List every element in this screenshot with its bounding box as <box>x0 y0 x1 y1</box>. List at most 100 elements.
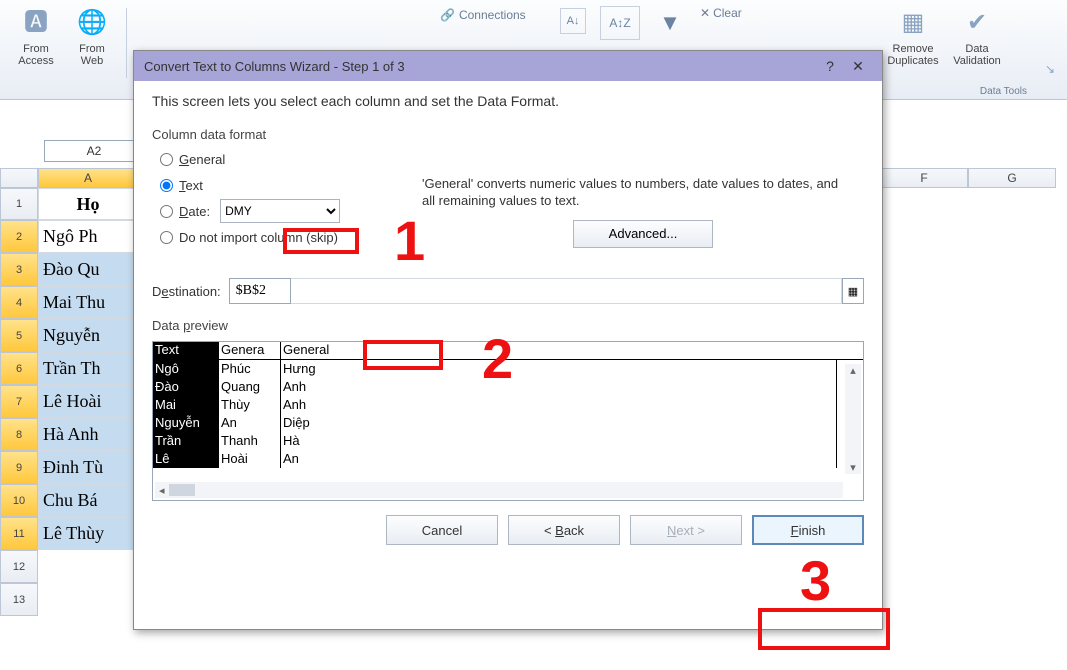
preview-cell: Anh <box>281 378 837 396</box>
from-access-label: From Access <box>18 43 53 67</box>
row-header[interactable]: 10 <box>0 484 38 517</box>
cell[interactable]: Đào Qu <box>38 253 138 286</box>
from-access-button[interactable]: 🅰 From Access <box>8 4 64 82</box>
row-header[interactable]: 1 <box>0 188 38 220</box>
connections-icon: 🔗 <box>440 8 455 22</box>
cell[interactable]: Ngô Ph <box>38 220 138 253</box>
clear-button[interactable]: ✕ Clear <box>700 6 742 20</box>
cell[interactable]: Nguyễn <box>38 319 138 352</box>
preview-label: Data preview <box>152 318 864 333</box>
row-header[interactable]: 8 <box>0 418 38 451</box>
clear-icon: ✕ <box>700 6 710 20</box>
preview-cell: Mai <box>153 396 219 414</box>
select-all-corner[interactable] <box>0 168 38 188</box>
preview-cell: Thùy <box>219 396 281 414</box>
preview-cell: Lê <box>153 450 219 468</box>
preview-cell: Nguyễn <box>153 414 219 432</box>
cell-a1[interactable]: Họ <box>38 188 138 220</box>
data-validation-icon: ✔ <box>960 6 994 40</box>
data-preview: Text Genera General NgôPhúcHưngĐàoQuangA… <box>152 341 864 501</box>
date-format-select[interactable]: DMY <box>220 199 340 223</box>
destination-field-ext[interactable] <box>291 278 842 304</box>
from-web-button[interactable]: 🌐 From Web <box>64 4 120 82</box>
row-header[interactable]: 3 <box>0 253 38 286</box>
cell[interactable]: Lê Hoài <box>38 385 138 418</box>
cell[interactable]: Chu Bá <box>38 484 138 517</box>
radio-general[interactable]: General <box>152 146 412 172</box>
ribbon-group-label: Data Tools <box>980 86 1027 97</box>
radio-skip[interactable]: Do not import column (skip) <box>152 224 412 250</box>
preview-col-header[interactable]: Genera <box>219 342 281 360</box>
preview-cell: An <box>281 450 837 468</box>
row-header[interactable]: 11 <box>0 517 38 550</box>
col-header-f[interactable]: F <box>880 168 968 188</box>
preview-cell: Hưng <box>281 360 837 378</box>
preview-scroll-h[interactable]: ◂ <box>155 482 843 498</box>
row-header[interactable]: 13 <box>0 583 38 616</box>
radio-date[interactable]: Date: DMY <box>152 198 412 224</box>
dialog-launcher-icon[interactable]: ↘ <box>1045 62 1055 76</box>
row-header[interactable]: 12 <box>0 550 38 583</box>
connections-button[interactable]: 🔗 Connections <box>440 8 526 22</box>
web-icon: 🌐 <box>75 6 109 40</box>
preview-col-header[interactable]: Text <box>153 342 219 360</box>
dialog-intro: This screen lets you select each column … <box>152 93 864 109</box>
row-header[interactable]: 6 <box>0 352 38 385</box>
preview-scroll-v[interactable]: ▴▾ <box>845 364 861 474</box>
remove-duplicates-button[interactable]: ▦ Remove Duplicates <box>885 4 941 82</box>
close-button[interactable]: ✕ <box>844 55 872 77</box>
cell[interactable]: Trần Th <box>38 352 138 385</box>
format-group-label: Column data format <box>152 127 864 142</box>
scroll-thumb[interactable] <box>169 484 195 496</box>
advanced-button[interactable]: Advanced... <box>573 220 713 248</box>
preview-col-header[interactable]: General <box>281 342 837 360</box>
filter-button[interactable]: ▼ <box>650 6 690 40</box>
preview-cell: Ngô <box>153 360 219 378</box>
dialog-titlebar[interactable]: Convert Text to Columns Wizard - Step 1 … <box>134 51 882 81</box>
cell[interactable]: Hà Anh <box>38 418 138 451</box>
preview-cell: Hà <box>281 432 837 450</box>
cell[interactable]: Lê Thùy <box>38 517 138 550</box>
row-header[interactable]: 7 <box>0 385 38 418</box>
preview-cell: Hoài <box>219 450 281 468</box>
remove-dup-label: Remove Duplicates <box>887 43 938 67</box>
next-button: Next > <box>630 515 742 545</box>
col-header-a[interactable]: A <box>38 168 138 188</box>
radio-text[interactable]: Text <box>152 172 412 198</box>
row-header[interactable]: 9 <box>0 451 38 484</box>
preview-cell: Đào <box>153 378 219 396</box>
name-box[interactable]: A2 <box>44 140 144 162</box>
data-validation-button[interactable]: ✔ Data Validation <box>949 4 1005 82</box>
help-button[interactable]: ? <box>816 55 844 77</box>
preview-cell: Anh <box>281 396 837 414</box>
destination-label: Destination: <box>152 284 221 299</box>
cell[interactable]: Đinh Tù <box>38 451 138 484</box>
remove-dup-icon: ▦ <box>896 6 930 40</box>
chevron-down-icon: ▾ <box>850 461 856 474</box>
col-header-g[interactable]: G <box>968 168 1056 188</box>
data-validation-label: Data Validation <box>953 43 1001 67</box>
preview-cell: Thanh <box>219 432 281 450</box>
separator <box>126 8 127 78</box>
preview-cell: Trần <box>153 432 219 450</box>
cancel-button[interactable]: Cancel <box>386 515 498 545</box>
format-description: 'General' converts numeric values to num… <box>422 176 852 210</box>
text-to-columns-dialog: Convert Text to Columns Wizard - Step 1 … <box>133 50 883 630</box>
preview-cell: An <box>219 414 281 432</box>
sort-az-button[interactable]: A↓ <box>560 8 586 34</box>
chevron-up-icon: ▴ <box>850 364 856 377</box>
preview-cell: Diệp <box>281 414 837 432</box>
sort-button[interactable]: A↕Z <box>600 6 640 40</box>
dialog-title: Convert Text to Columns Wizard - Step 1 … <box>144 59 405 74</box>
row-header[interactable]: 4 <box>0 286 38 319</box>
row-header[interactable]: 5 <box>0 319 38 352</box>
preview-cell: Quang <box>219 378 281 396</box>
range-picker-icon[interactable]: ▦ <box>842 278 864 304</box>
access-icon: 🅰 <box>19 6 53 40</box>
destination-input[interactable] <box>229 278 291 304</box>
cell[interactable]: Mai Thu <box>38 286 138 319</box>
back-button[interactable]: < Back <box>508 515 620 545</box>
row-header[interactable]: 2 <box>0 220 38 253</box>
chevron-left-icon: ◂ <box>159 484 165 497</box>
finish-button[interactable]: Finish <box>752 515 864 545</box>
